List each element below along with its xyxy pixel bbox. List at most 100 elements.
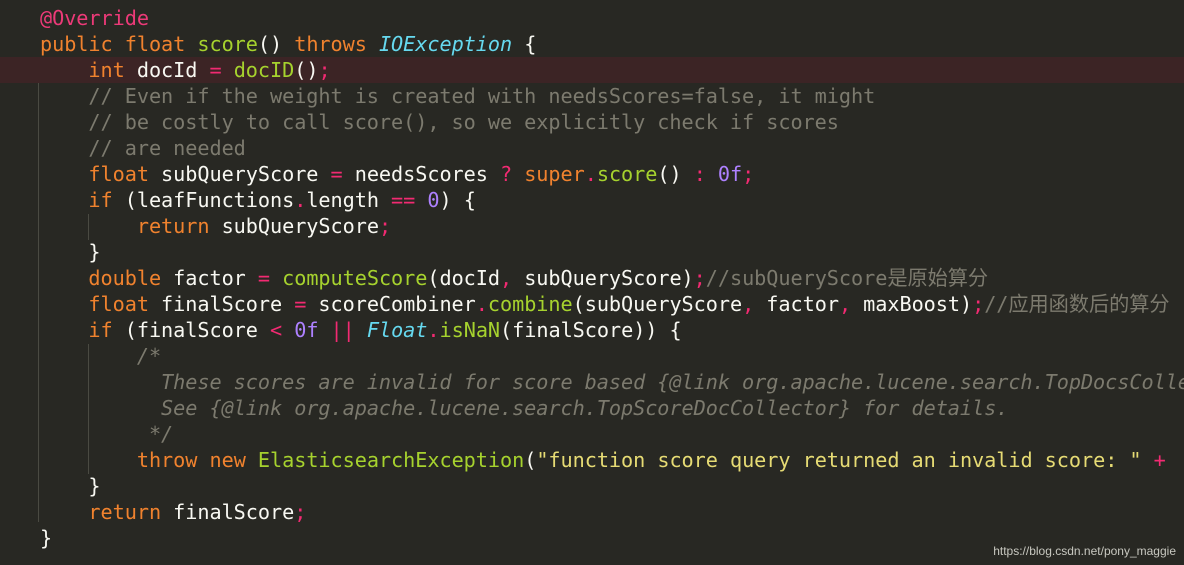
token-operator: <	[270, 318, 283, 342]
code-line[interactable]: if (finalScore < 0f || Float.isNaN(final…	[0, 317, 1184, 343]
token-operator: ;	[294, 500, 307, 524]
token-identifier	[367, 32, 379, 56]
token-identifier	[40, 214, 137, 238]
token-keyword: super	[524, 162, 585, 186]
token-function-name: score	[596, 162, 658, 186]
token-identifier: subQueryScore	[209, 214, 379, 238]
token-identifier	[40, 318, 88, 342]
token-comment: // be costly to call score(), so we expl…	[88, 110, 839, 134]
code-line-content: }	[40, 239, 100, 265]
token-number-literal: 0	[427, 188, 440, 212]
code-line[interactable]: return finalScore;	[0, 499, 1184, 525]
token-identifier: (docId	[427, 266, 500, 290]
token-identifier	[40, 422, 149, 446]
token-function-name: computeScore	[282, 266, 428, 290]
token-identifier	[1142, 448, 1154, 472]
token-operator: ;	[318, 58, 331, 82]
token-operator: ;	[742, 162, 755, 186]
token-identifier	[282, 318, 294, 342]
code-line[interactable]: @Override	[0, 5, 1184, 31]
code-line-content: // be costly to call score(), so we expl…	[40, 109, 839, 135]
token-keyword: public	[40, 32, 113, 56]
token-operator: ,	[499, 266, 513, 290]
code-line-content: if (leafFunctions.length == 0) {	[40, 187, 476, 213]
token-identifier: factor	[161, 266, 258, 290]
code-line-content: int docId = docID();	[40, 57, 331, 83]
token-operator: .	[427, 318, 440, 342]
token-type-name: Float	[366, 318, 428, 342]
token-function-name: score	[197, 32, 258, 56]
token-identifier	[40, 136, 88, 160]
code-line-content: return finalScore;	[40, 499, 306, 525]
token-identifier: factor	[754, 292, 839, 316]
code-line[interactable]: double factor = computeScore(docId, subQ…	[0, 265, 1184, 291]
token-identifier: docId	[124, 58, 210, 82]
code-line[interactable]: See {@link org.apache.lucene.search.TopS…	[0, 395, 1184, 421]
token-comment: // are needed	[88, 136, 246, 160]
token-identifier: ) {	[439, 188, 476, 212]
code-line-content: }	[40, 473, 101, 499]
code-line-content: /*	[40, 343, 161, 369]
token-identifier	[355, 318, 367, 342]
token-keyword: if	[88, 188, 113, 212]
token-identifier	[40, 370, 161, 394]
token-operator: :	[693, 162, 706, 186]
code-line[interactable]: public float score() throws IOException …	[0, 31, 1184, 57]
token-operator: ;	[972, 292, 985, 316]
token-type-name: IOException	[378, 32, 513, 56]
token-keyword: if	[88, 318, 113, 342]
code-line-content: @Override	[40, 5, 149, 31]
token-string-literal: "function score query returned an invali…	[536, 448, 1142, 472]
token-identifier: (	[524, 448, 537, 472]
code-line[interactable]: // be costly to call score(), so we expl…	[0, 109, 1184, 135]
token-function-name: combine	[487, 292, 573, 316]
code-line[interactable]: // are needed	[0, 135, 1184, 161]
token-identifier	[246, 448, 258, 472]
token-identifier: ()	[294, 58, 319, 82]
token-identifier	[40, 58, 88, 82]
token-identifier: scoreCombiner	[306, 292, 476, 316]
token-operator: ||	[330, 318, 355, 342]
code-line-content: throw new ElasticsearchException("functi…	[40, 447, 1166, 473]
code-line[interactable]: if (leafFunctions.length == 0) {	[0, 187, 1184, 213]
token-identifier	[40, 500, 88, 524]
token-block-comment: These scores are invalid for score based…	[161, 370, 1184, 394]
code-line-content: */	[40, 421, 173, 447]
token-identifier	[40, 84, 88, 108]
code-line-content: // Even if the weight is created with ne…	[40, 83, 875, 109]
code-line[interactable]: }	[0, 239, 1184, 265]
token-operator: ,	[838, 292, 852, 316]
code-line[interactable]: // Even if the weight is created with ne…	[0, 83, 1184, 109]
token-function-name: isNaN	[439, 318, 501, 342]
code-line[interactable]: float subQueryScore = needsScores ? supe…	[0, 161, 1184, 187]
token-identifier	[40, 188, 88, 212]
code-line[interactable]: throw new ElasticsearchException("functi…	[0, 447, 1184, 473]
code-line-current[interactable]: int docId = docID();	[0, 57, 1184, 83]
code-line[interactable]: /*	[0, 343, 1184, 369]
code-line-content: if (finalScore < 0f || Float.isNaN(final…	[40, 317, 681, 343]
token-keyword: float	[88, 162, 149, 186]
token-identifier: ()	[657, 162, 694, 186]
code-line-content: See {@link org.apache.lucene.search.TopS…	[40, 395, 1008, 421]
code-line[interactable]: return subQueryScore;	[0, 213, 1184, 239]
token-operator: =	[294, 292, 307, 316]
token-identifier: }	[40, 474, 101, 498]
token-identifier	[40, 448, 137, 472]
code-line-content: float finalScore = scoreCombiner.combine…	[40, 291, 1169, 317]
token-keyword: throw	[136, 448, 198, 472]
code-line[interactable]: These scores are invalid for score based…	[0, 369, 1184, 395]
token-identifier: (finalScore	[112, 318, 270, 342]
code-line[interactable]: float finalScore = scoreCombiner.combine…	[0, 291, 1184, 317]
token-keyword: double	[88, 266, 162, 290]
token-identifier	[415, 188, 427, 212]
token-block-comment: See {@link org.apache.lucene.search.TopS…	[161, 396, 1009, 420]
token-keyword: int	[88, 58, 125, 82]
token-number-literal: 0f	[294, 318, 319, 342]
code-editor[interactable]: @Override public float score() throws IOE…	[0, 0, 1184, 565]
token-identifier	[40, 266, 88, 290]
code-line-content: double factor = computeScore(docId, subQ…	[40, 265, 988, 291]
code-line[interactable]: }	[0, 473, 1184, 499]
token-identifier: subQueryScore)	[512, 266, 694, 290]
token-keyword: float	[124, 32, 186, 56]
code-line[interactable]: */	[0, 421, 1184, 447]
